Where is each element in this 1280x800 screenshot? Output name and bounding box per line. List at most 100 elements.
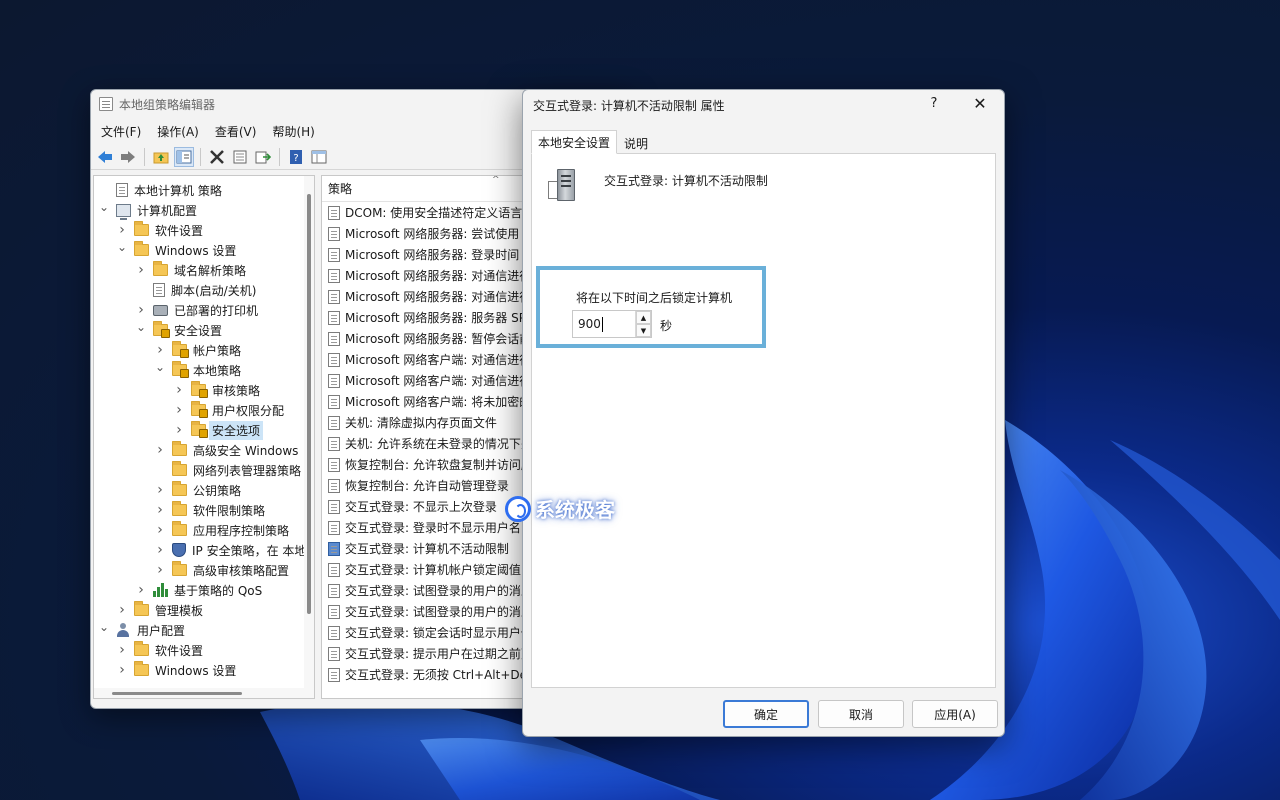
- console-tree-icon: [176, 150, 192, 163]
- user-icon: [116, 623, 131, 637]
- tree-node[interactable]: › 管理模板: [116, 600, 203, 620]
- tree-node[interactable]: ⌄ Windows 设置: [116, 240, 236, 260]
- tree-node[interactable]: › 帐户策略: [154, 340, 241, 360]
- tree-node-label: 已部署的打印机: [174, 303, 259, 318]
- inactivity-seconds-input[interactable]: 900: [573, 311, 635, 337]
- tree-node[interactable]: › 已部署的打印机: [135, 300, 258, 320]
- tree-vertical-scrollbar[interactable]: [304, 176, 314, 698]
- tree-node[interactable]: › 审核策略: [173, 380, 260, 400]
- chevron-right-icon[interactable]: ›: [135, 302, 147, 318]
- tree-node[interactable]: 本地计算机 策略: [98, 180, 222, 200]
- menu-help[interactable]: 帮助(H): [272, 123, 314, 140]
- chevron-down-icon[interactable]: ⌄: [135, 320, 147, 334]
- tree-node[interactable]: › 安全选项: [173, 420, 264, 440]
- tree-node-label: Windows 设置: [155, 243, 237, 258]
- chevron-right-icon[interactable]: ›: [173, 382, 185, 398]
- chevron-right-icon[interactable]: ›: [116, 602, 128, 618]
- menu-view[interactable]: 查看(V): [215, 123, 257, 140]
- tree-node-label: 域名解析策略: [174, 263, 247, 278]
- inactivity-seconds-spinner[interactable]: 900 ▲ ▼: [572, 310, 652, 338]
- up-level-button[interactable]: [151, 147, 171, 167]
- delete-button[interactable]: [207, 147, 227, 167]
- policy-row-label: Microsoft 网络服务器: 登录时间: [345, 248, 520, 262]
- menu-action[interactable]: 操作(A): [157, 123, 199, 140]
- tree-node[interactable]: ⌄ 用户配置: [98, 620, 185, 640]
- tree-node[interactable]: › Windows 设置: [116, 660, 236, 680]
- tree-node[interactable]: › 域名解析策略: [135, 260, 246, 280]
- chevron-right-icon[interactable]: ›: [154, 562, 166, 578]
- console-tree[interactable]: 本地计算机 策略 ⌄ 计算机配置 › 软件设置 ⌄ Windows 设置 › 域名解析策略 脚本(…: [93, 175, 315, 699]
- cancel-button[interactable]: 取消: [818, 700, 904, 728]
- policy-row-label: Microsoft 网络客户端: 对通信进行: [345, 353, 532, 367]
- chevron-right-icon[interactable]: ›: [116, 642, 128, 658]
- tree-node[interactable]: › IP 安全策略，在 本地: [154, 540, 306, 560]
- folder-icon: [153, 261, 168, 276]
- policy-icon: [328, 352, 340, 367]
- tree-node[interactable]: › 用户权限分配: [173, 400, 284, 420]
- tree-horizontal-scrollbar[interactable]: [94, 688, 314, 698]
- close-icon[interactable]: ✕: [970, 94, 990, 113]
- tree-node[interactable]: 脚本(启动/关机): [135, 280, 256, 300]
- site-watermark: 系统极客: [505, 494, 615, 523]
- chevron-right-icon[interactable]: ›: [154, 542, 166, 558]
- dialog-titlebar[interactable]: 交互式登录: 计算机不活动限制 属性 ? ✕: [523, 90, 1004, 120]
- chevron-down-icon[interactable]: ⌄: [98, 200, 110, 214]
- tree-node[interactable]: › 公钥策略: [154, 480, 241, 500]
- tree-node-label: 安全选项: [209, 420, 264, 440]
- policy-icon: [328, 394, 340, 409]
- spin-down-button[interactable]: ▼: [636, 324, 651, 337]
- tree-node-label: 高级审核策略配置: [193, 563, 290, 578]
- tree-node[interactable]: › 应用程序控制策略: [154, 520, 289, 540]
- tree-node[interactable]: › 软件设置: [116, 220, 203, 240]
- sort-ascending-icon: ^: [492, 175, 500, 185]
- chevron-down-icon[interactable]: ⌄: [98, 620, 110, 634]
- ok-button[interactable]: 确定: [723, 700, 809, 728]
- chevron-right-icon[interactable]: ›: [154, 482, 166, 498]
- export-list-button[interactable]: [253, 147, 273, 167]
- tree-node[interactable]: 网络列表管理器策略: [154, 460, 301, 480]
- back-button[interactable]: [95, 147, 115, 167]
- chevron-right-icon[interactable]: ›: [135, 582, 147, 598]
- view-pane-icon: [311, 150, 327, 163]
- tree-node-label: 软件设置: [155, 643, 204, 658]
- chevron-right-icon[interactable]: ›: [154, 342, 166, 358]
- tree-node[interactable]: › 软件限制策略: [154, 500, 265, 520]
- spin-up-button[interactable]: ▲: [636, 311, 651, 324]
- tab-explain[interactable]: 说明: [617, 132, 655, 154]
- chevron-right-icon[interactable]: ›: [154, 442, 166, 458]
- show-hide-tree-button[interactable]: [174, 146, 194, 167]
- policy-row-label: Microsoft 网络服务器: 暂停会话前: [345, 332, 532, 346]
- policy-icon: [328, 583, 340, 598]
- chevron-right-icon[interactable]: ›: [116, 662, 128, 678]
- tree-node[interactable]: › 基于策略的 QoS: [135, 580, 262, 600]
- chevron-down-icon[interactable]: ⌄: [154, 360, 166, 374]
- chevron-down-icon[interactable]: ⌄: [116, 240, 128, 254]
- tree-node[interactable]: ⌄ 安全设置: [135, 320, 222, 340]
- document-icon: [116, 183, 128, 197]
- help-button[interactable]: ?: [286, 147, 306, 167]
- help-question-icon[interactable]: ?: [926, 96, 942, 111]
- chevron-right-icon[interactable]: ›: [135, 262, 147, 278]
- policy-row-label: Microsoft 网络服务器: 尝试使用: [345, 227, 520, 241]
- tree-node[interactable]: ⌄ 计算机配置: [98, 200, 197, 220]
- tree-node[interactable]: › 高级安全 Windows: [154, 440, 298, 460]
- forward-button[interactable]: [118, 147, 138, 167]
- tree-node[interactable]: › 软件设置: [116, 640, 203, 660]
- properties-button[interactable]: [230, 147, 250, 167]
- chevron-right-icon[interactable]: ›: [173, 422, 185, 438]
- policy-row-label: 恢复控制台: 允许自动管理登录: [345, 479, 509, 493]
- apply-button[interactable]: 应用(A): [912, 700, 998, 728]
- chevron-right-icon[interactable]: ›: [154, 522, 166, 538]
- folder-icon: [134, 601, 149, 616]
- tree-node[interactable]: ⌄ 本地策略: [154, 360, 241, 380]
- properties-icon: [233, 150, 247, 163]
- chevron-right-icon[interactable]: ›: [116, 222, 128, 238]
- tab-local-security-setting[interactable]: 本地安全设置: [531, 130, 618, 154]
- chevron-right-icon[interactable]: ›: [173, 402, 185, 418]
- policy-icon: [328, 625, 340, 640]
- folder-up-icon: [153, 152, 169, 163]
- chevron-right-icon[interactable]: ›: [154, 502, 166, 518]
- menu-file[interactable]: 文件(F): [101, 123, 141, 140]
- tree-node[interactable]: › 高级审核策略配置: [154, 560, 289, 580]
- mmc-view-button[interactable]: [309, 147, 329, 167]
